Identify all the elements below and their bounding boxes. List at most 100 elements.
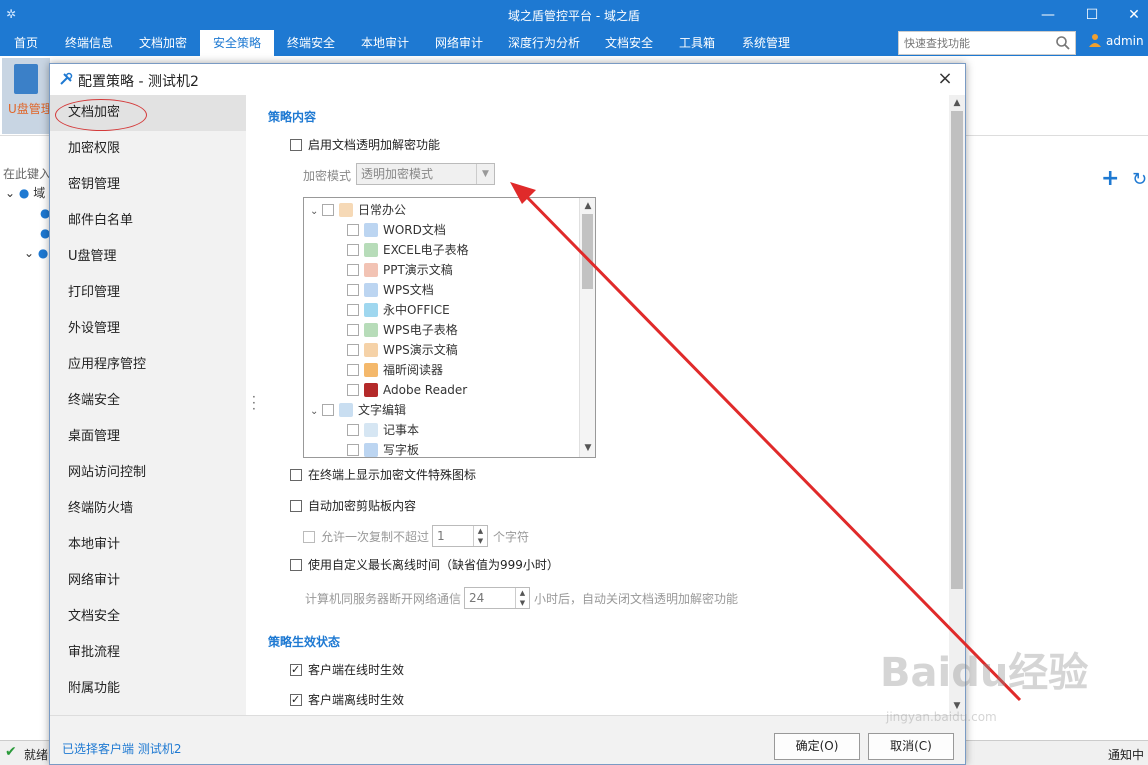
tree-item[interactable]: PPT演示文稿 bbox=[347, 260, 453, 280]
content-scroll-thumb[interactable] bbox=[951, 111, 963, 589]
menu-deep-behavior[interactable]: 深度行为分析 bbox=[496, 30, 592, 56]
nav-app-control[interactable]: 应用程序管控 bbox=[50, 347, 246, 383]
spin-arrows-icon[interactable]: ▲ ▼ bbox=[515, 588, 529, 608]
tree-expander[interactable]: ⌄ ● bbox=[24, 246, 48, 260]
menu-terminal-security[interactable]: 终端安全 bbox=[274, 30, 348, 56]
quick-search[interactable] bbox=[898, 31, 1076, 55]
tree-item[interactable]: WPS文档 bbox=[347, 280, 434, 300]
baidu-watermark: Baidu经验 jingyan.baidu.com bbox=[880, 640, 1140, 740]
search-icon[interactable] bbox=[1055, 35, 1071, 51]
nav-print[interactable]: 打印管理 bbox=[50, 275, 246, 311]
menu-terminal-info[interactable]: 终端信息 bbox=[52, 30, 126, 56]
tree-scroll-thumb[interactable] bbox=[582, 214, 593, 289]
offline-hours-spinner[interactable]: 24 ▲ ▼ bbox=[464, 587, 530, 609]
spin-arrows-icon[interactable]: ▲ ▼ bbox=[473, 526, 487, 546]
refresh-icon[interactable]: ↻ bbox=[1132, 170, 1147, 190]
menu-home[interactable]: 首页 bbox=[0, 30, 52, 56]
online-effect-checkbox[interactable] bbox=[290, 662, 302, 678]
nav-desktop[interactable]: 桌面管理 bbox=[50, 419, 246, 455]
tree-checkbox[interactable] bbox=[347, 244, 359, 256]
offline-effect-row[interactable]: 客户端离线时生效 bbox=[290, 692, 404, 708]
tree-checkbox[interactable] bbox=[347, 424, 359, 436]
quick-search-input[interactable] bbox=[899, 32, 1047, 54]
nav-approval[interactable]: 审批流程 bbox=[50, 635, 246, 671]
tree-checkbox[interactable] bbox=[347, 324, 359, 336]
offline-effect-checkbox[interactable] bbox=[290, 692, 302, 708]
clipboard-row[interactable]: 自动加密剪贴板内容 bbox=[290, 498, 416, 514]
tree-item[interactable]: WPS电子表格 bbox=[347, 320, 458, 340]
tree-item[interactable]: 记事本 bbox=[347, 420, 419, 440]
menu-network-audit[interactable]: 网络审计 bbox=[422, 30, 496, 56]
menu-doc-security[interactable]: 文档安全 bbox=[592, 30, 666, 56]
tree-scrollbar[interactable]: ▲ ▼ bbox=[579, 198, 595, 457]
tree-checkbox[interactable] bbox=[347, 264, 359, 276]
tree-item[interactable]: WORD文档 bbox=[347, 220, 446, 240]
allow-copy-spinner[interactable]: 1 ▲ ▼ bbox=[432, 525, 488, 547]
tree-group-text[interactable]: ⌄ 文字编辑 bbox=[310, 400, 406, 420]
content-scrollbar[interactable]: ▲ ▼ bbox=[949, 95, 965, 715]
show-icon-checkbox[interactable] bbox=[290, 469, 302, 481]
udisk-tile[interactable]: U盘管理 bbox=[2, 58, 53, 134]
tree-checkbox[interactable] bbox=[322, 404, 334, 416]
tree-checkbox[interactable] bbox=[347, 364, 359, 376]
offline-time-row[interactable]: 使用自定义最长离线时间（缺省值为999小时） bbox=[290, 557, 559, 573]
show-icon-row[interactable]: 在终端上显示加密文件特殊图标 bbox=[290, 467, 476, 483]
tree-item[interactable]: Adobe Reader bbox=[347, 380, 467, 400]
enable-encrypt-checkbox[interactable] bbox=[290, 139, 302, 151]
nav-firewall[interactable]: 终端防火墙 bbox=[50, 491, 246, 527]
allow-copy-checkbox[interactable] bbox=[303, 531, 315, 543]
splitter-handle[interactable]: · · · bbox=[252, 391, 256, 415]
nav-terminal-security[interactable]: 终端安全 bbox=[50, 383, 246, 419]
offline-time-checkbox[interactable] bbox=[290, 559, 302, 571]
clipboard-checkbox[interactable] bbox=[290, 500, 302, 512]
nav-encrypt-permission[interactable]: 加密权限 bbox=[50, 131, 246, 167]
nav-peripheral[interactable]: 外设管理 bbox=[50, 311, 246, 347]
tree-item[interactable]: 福昕阅读器 bbox=[347, 360, 443, 380]
nav-mail-whitelist[interactable]: 邮件白名单 bbox=[50, 203, 246, 239]
tree-checkbox[interactable] bbox=[347, 304, 359, 316]
nav-web-access[interactable]: 网站访问控制 bbox=[50, 455, 246, 491]
tree-checkbox[interactable] bbox=[347, 284, 359, 296]
tree-root[interactable]: ⌄ ● 域 bbox=[5, 184, 45, 201]
menu-system[interactable]: 系统管理 bbox=[728, 30, 804, 56]
chevron-down-icon[interactable]: ⌄ bbox=[310, 402, 322, 422]
online-effect-row[interactable]: 客户端在线时生效 bbox=[290, 662, 404, 678]
nav-local-audit[interactable]: 本地审计 bbox=[50, 527, 246, 563]
tree-group-office[interactable]: ⌄ 日常办公 bbox=[310, 200, 406, 220]
dropdown-arrow-icon[interactable]: ▼ bbox=[476, 164, 494, 184]
offline-time-label: 使用自定义最长离线时间（缺省值为999小时） bbox=[308, 558, 559, 572]
tree-checkbox[interactable] bbox=[347, 384, 359, 396]
dialog-close-button[interactable]: × bbox=[934, 68, 956, 90]
nav-udisk[interactable]: U盘管理 bbox=[50, 239, 246, 275]
tree-item-label: PPT演示文稿 bbox=[383, 263, 453, 277]
tree-checkbox[interactable] bbox=[347, 224, 359, 236]
menu-security-policy[interactable]: 安全策略 bbox=[200, 30, 274, 56]
tree-checkbox[interactable] bbox=[347, 344, 359, 356]
close-app-button[interactable]: ✕ bbox=[1124, 5, 1144, 25]
nav-network-audit[interactable]: 网络审计 bbox=[50, 563, 246, 599]
ok-button[interactable]: 确定(O) bbox=[774, 733, 860, 760]
tree-checkbox[interactable] bbox=[347, 444, 359, 456]
dialog-footer: 已选择客户端 测试机2 确定(O) 取消(C) bbox=[50, 715, 965, 764]
minimize-button[interactable]: — bbox=[1038, 5, 1058, 25]
tree-checkbox[interactable] bbox=[322, 204, 334, 216]
nav-doc-security[interactable]: 文档安全 bbox=[50, 599, 246, 635]
menu-toolbox[interactable]: 工具箱 bbox=[666, 30, 728, 56]
user-menu[interactable]: admin bbox=[1088, 33, 1144, 48]
encrypt-mode-select[interactable]: 透明加密模式 ▼ bbox=[356, 163, 495, 185]
maximize-button[interactable]: ☐ bbox=[1082, 5, 1102, 25]
scroll-down-icon[interactable]: ▼ bbox=[582, 441, 594, 455]
menu-doc-encrypt[interactable]: 文档加密 bbox=[126, 30, 200, 56]
scroll-up-icon[interactable]: ▲ bbox=[582, 199, 594, 213]
menu-local-audit[interactable]: 本地审计 bbox=[348, 30, 422, 56]
nav-key-management[interactable]: 密钥管理 bbox=[50, 167, 246, 203]
enable-encrypt-row[interactable]: 启用文档透明加解密功能 bbox=[290, 137, 440, 153]
chevron-down-icon[interactable]: ⌄ bbox=[310, 202, 322, 222]
add-icon[interactable]: + bbox=[1101, 168, 1119, 190]
nav-extra[interactable]: 附属功能 bbox=[50, 671, 246, 707]
tree-item[interactable]: 写字板 bbox=[347, 440, 419, 457]
tree-item[interactable]: WPS演示文稿 bbox=[347, 340, 458, 360]
tree-item[interactable]: EXCEL电子表格 bbox=[347, 240, 469, 260]
scroll-up-icon[interactable]: ▲ bbox=[951, 96, 963, 110]
tree-item[interactable]: 永中OFFICE bbox=[347, 300, 450, 320]
